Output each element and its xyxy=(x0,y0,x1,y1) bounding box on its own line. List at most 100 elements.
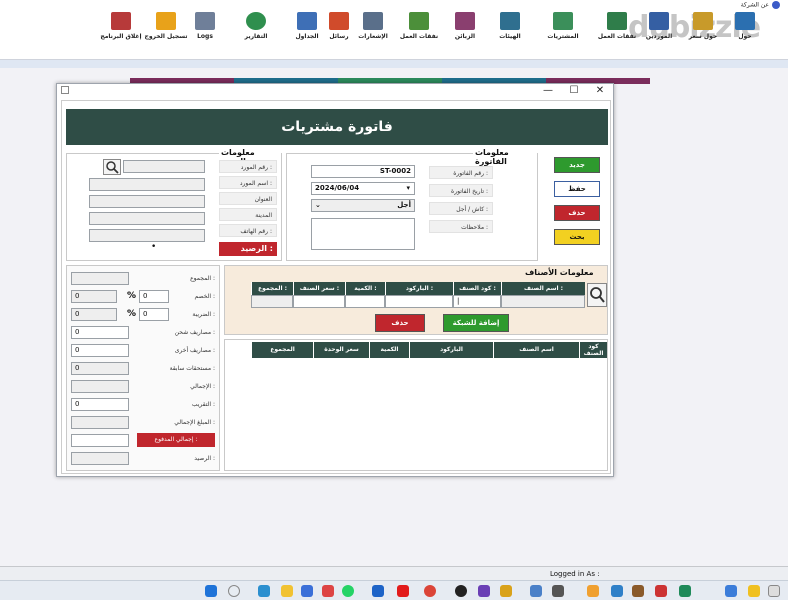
photos-icon[interactable] xyxy=(478,585,490,597)
items-header-quantity: الكمية : xyxy=(345,282,385,295)
toolbar-label: الهيئات xyxy=(499,33,521,40)
info-icon xyxy=(772,1,780,9)
notes-icon[interactable] xyxy=(587,585,599,597)
about-link[interactable]: عن الشركة xyxy=(741,1,780,9)
toolbar-button-notifications[interactable]: الإشعارات xyxy=(350,12,396,52)
toolbar-button-logs[interactable]: Logs xyxy=(182,12,228,52)
toolbar-button-about[interactable]: حول xyxy=(722,12,768,52)
items-header-name: اسم الصنف : xyxy=(501,282,585,295)
window-client: فاتورة مشتريات معلومات المورد رقم المورد… xyxy=(61,100,611,474)
settings-icon[interactable] xyxy=(530,585,542,597)
terminal-icon[interactable] xyxy=(552,585,564,597)
other-expenses-input[interactable]: 0 xyxy=(71,344,129,357)
invoice-date-picker[interactable]: 2024/06/04 ▾ xyxy=(311,182,415,195)
toolbar-button-reports[interactable]: التقارير xyxy=(233,12,279,52)
toolbar-button-exit[interactable]: إغلاق البرنامج xyxy=(98,12,144,52)
close-button[interactable]: ✕ xyxy=(587,84,613,98)
item-barcode-input[interactable] xyxy=(385,295,453,308)
add-to-grid-button[interactable]: إضافة للشبكة xyxy=(443,314,509,332)
new-button[interactable]: جديد xyxy=(554,157,600,173)
delete-button[interactable]: حذف xyxy=(554,205,600,221)
youtube-icon[interactable] xyxy=(397,585,409,597)
supplier-city-input[interactable] xyxy=(89,212,205,225)
paid-input[interactable] xyxy=(71,434,129,447)
chrome-icon[interactable] xyxy=(424,585,436,597)
payment-type-value: أجل xyxy=(397,201,411,209)
paint-icon[interactable] xyxy=(655,585,667,597)
money-icon xyxy=(607,12,627,30)
supplier-name-input[interactable] xyxy=(89,178,205,191)
app-icon[interactable] xyxy=(372,585,384,597)
folder-icon[interactable] xyxy=(748,585,760,597)
message-icon xyxy=(329,12,349,30)
lock-icon xyxy=(156,12,176,30)
toolbar-label: الزبائن xyxy=(454,33,476,40)
supplier-phone-input[interactable] xyxy=(89,229,205,242)
shipping-input[interactable]: 0 xyxy=(71,326,129,339)
explorer-icon[interactable] xyxy=(281,585,293,597)
delete-item-button[interactable]: حذف xyxy=(375,314,425,332)
music-icon[interactable] xyxy=(679,585,691,597)
search-icon[interactable] xyxy=(228,585,240,597)
invoice-number-input[interactable]: ST-0002 xyxy=(311,165,415,178)
toolbar-button-supplier-expenses[interactable]: نفقات العمل xyxy=(594,12,640,52)
invoice-icon xyxy=(500,12,520,30)
mail-icon[interactable] xyxy=(322,585,334,597)
rounding-label: التقريب : xyxy=(191,401,215,408)
whatsapp-icon[interactable] xyxy=(342,585,354,597)
grid-header-barcode: الباركود xyxy=(409,342,493,358)
folder-icon[interactable] xyxy=(500,585,512,597)
supplier-number-input[interactable] xyxy=(123,160,205,173)
previous-dues-field: 0 xyxy=(71,362,129,375)
save-button[interactable]: حفظ xyxy=(554,181,600,197)
supplier-panel: معلومات المورد رقم المورد : اسم المورد :… xyxy=(66,148,282,261)
item-code-input[interactable]: | xyxy=(453,295,501,308)
item-search-button[interactable] xyxy=(587,283,607,307)
purchase-invoice-window: — ☐ ✕ فاتورة مشتريات معلومات المورد رقم … xyxy=(56,83,614,477)
chart-icon xyxy=(246,12,266,30)
tax-percent-sign: % xyxy=(127,309,137,319)
toolbar-button-invoices[interactable]: الهيئات xyxy=(487,12,533,52)
supplier-search-button[interactable] xyxy=(103,159,121,175)
supplier-name-label: اسم المورد : xyxy=(219,176,277,189)
supplier-address-input[interactable] xyxy=(89,195,205,208)
maximize-button[interactable]: ☐ xyxy=(561,84,587,98)
notes-textarea[interactable] xyxy=(311,218,415,250)
notification-icon[interactable] xyxy=(768,585,780,597)
tax-label: الضريبة : xyxy=(192,311,215,318)
item-name-input[interactable] xyxy=(501,295,585,308)
start-icon[interactable] xyxy=(205,585,217,597)
items-grid[interactable]: المجموع سعر الوحدة الكمية الباركود اسم ا… xyxy=(224,339,608,471)
toolbar-button-expenses[interactable]: نفقات العمل xyxy=(396,12,442,52)
item-quantity-input[interactable] xyxy=(345,295,385,308)
table-icon xyxy=(297,12,317,30)
edge-icon[interactable] xyxy=(258,585,270,597)
window-titlebar[interactable]: — ☐ ✕ xyxy=(57,84,613,98)
minimize-button[interactable]: — xyxy=(535,84,561,98)
shipping-label: مصاريف شحن : xyxy=(174,329,215,336)
toolbar-button-customers[interactable]: الزبائن xyxy=(442,12,488,52)
network-icon[interactable] xyxy=(725,585,737,597)
rounding-input[interactable]: 0 xyxy=(71,398,129,411)
toolbar-button-price[interactable]: حول سعر xyxy=(680,12,726,52)
invoice-date-value: 2024/06/04 xyxy=(315,184,360,192)
calc-icon[interactable] xyxy=(611,585,623,597)
discount-percent-input[interactable]: 0 xyxy=(139,290,169,303)
item-price-input[interactable] xyxy=(293,295,345,308)
toolbar-button-purchases[interactable]: المشتريات xyxy=(540,12,586,52)
handshake-icon xyxy=(409,12,429,30)
store-icon[interactable] xyxy=(301,585,313,597)
items-section-title: معلومات الأصناف xyxy=(525,268,594,277)
toolbar-button-suppliers[interactable]: الموردين xyxy=(636,12,682,52)
tool-icon[interactable] xyxy=(632,585,644,597)
window-app-icon xyxy=(61,86,69,94)
tax-percent-input[interactable]: 0 xyxy=(139,308,169,321)
search-button[interactable]: بحث xyxy=(554,229,600,245)
camera-icon[interactable] xyxy=(455,585,467,597)
total-label: المجموع : xyxy=(190,275,215,282)
payment-type-select[interactable]: ⌄ أجل xyxy=(311,199,415,212)
totals-panel: المجموع : 0 % 0 الخصم : 0 % 0 الضريبة : … xyxy=(66,265,220,471)
grid-header-quantity: الكمية xyxy=(369,342,409,358)
toolbar-label: نفقات العمل xyxy=(399,33,439,40)
items-header-price: سعر الصنف : xyxy=(293,282,345,295)
